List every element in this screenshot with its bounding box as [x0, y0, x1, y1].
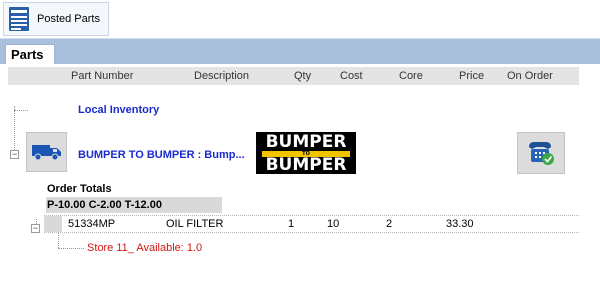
store-availability: Store 11_ Available: 1.0 — [87, 242, 203, 254]
tree-line — [14, 110, 28, 111]
toolbar: Posted Parts — [0, 0, 600, 38]
tree-line — [58, 232, 59, 248]
col-header-cost[interactable]: Cost — [340, 70, 363, 82]
order-totals-summary: P-10.00 C-2.00 T-12.00 — [46, 197, 222, 213]
tab-strip: Parts — [0, 38, 600, 65]
order-totals-label: Order Totals — [47, 183, 112, 195]
posted-parts-icon — [9, 7, 29, 31]
part-number: 51334MP — [68, 218, 116, 230]
vendor-name[interactable]: BUMPER TO BUMPER : Bump... — [78, 149, 245, 161]
posted-parts-label: Posted Parts — [37, 13, 100, 25]
col-header-price[interactable]: Price — [459, 70, 484, 82]
bumper-to-bumper-logo: BUMPER TO BUMPER — [256, 132, 356, 174]
truck-icon — [31, 145, 61, 161]
vendor-truck-button[interactable] — [26, 132, 67, 172]
col-header-core[interactable]: Core — [399, 70, 423, 82]
parts-panel: Part Number Description Qty Cost Core Pr… — [0, 64, 600, 282]
col-header-on-order[interactable]: On Order — [507, 70, 553, 82]
posted-parts-button[interactable]: Posted Parts — [3, 2, 109, 36]
part-collapse-toggle[interactable]: − — [31, 224, 40, 233]
row-selector[interactable] — [44, 216, 62, 232]
part-price: 33.30 — [446, 218, 474, 230]
part-description: OIL FILTER — [166, 218, 224, 230]
tree-line — [58, 248, 84, 249]
tree-line — [14, 106, 15, 150]
col-header-qty[interactable]: Qty — [294, 70, 311, 82]
part-core: 2 — [386, 218, 393, 230]
tab-parts[interactable]: Parts — [5, 44, 55, 65]
col-header-description[interactable]: Description — [194, 70, 249, 82]
vendor-phone-button[interactable] — [517, 132, 565, 174]
grid-header: Part Number Description Qty Cost Core Pr… — [8, 67, 579, 85]
vendor-collapse-toggle[interactable]: − — [10, 150, 19, 159]
part-row[interactable]: 51334MP OIL FILTER 1 10 2 33.30 — [44, 215, 579, 233]
col-header-part-number[interactable]: Part Number — [71, 70, 133, 82]
phone-check-icon — [529, 142, 554, 165]
part-cost: 10 — [327, 218, 340, 230]
local-inventory-node[interactable]: Local Inventory — [78, 104, 159, 116]
part-qty: 1 — [288, 218, 295, 230]
